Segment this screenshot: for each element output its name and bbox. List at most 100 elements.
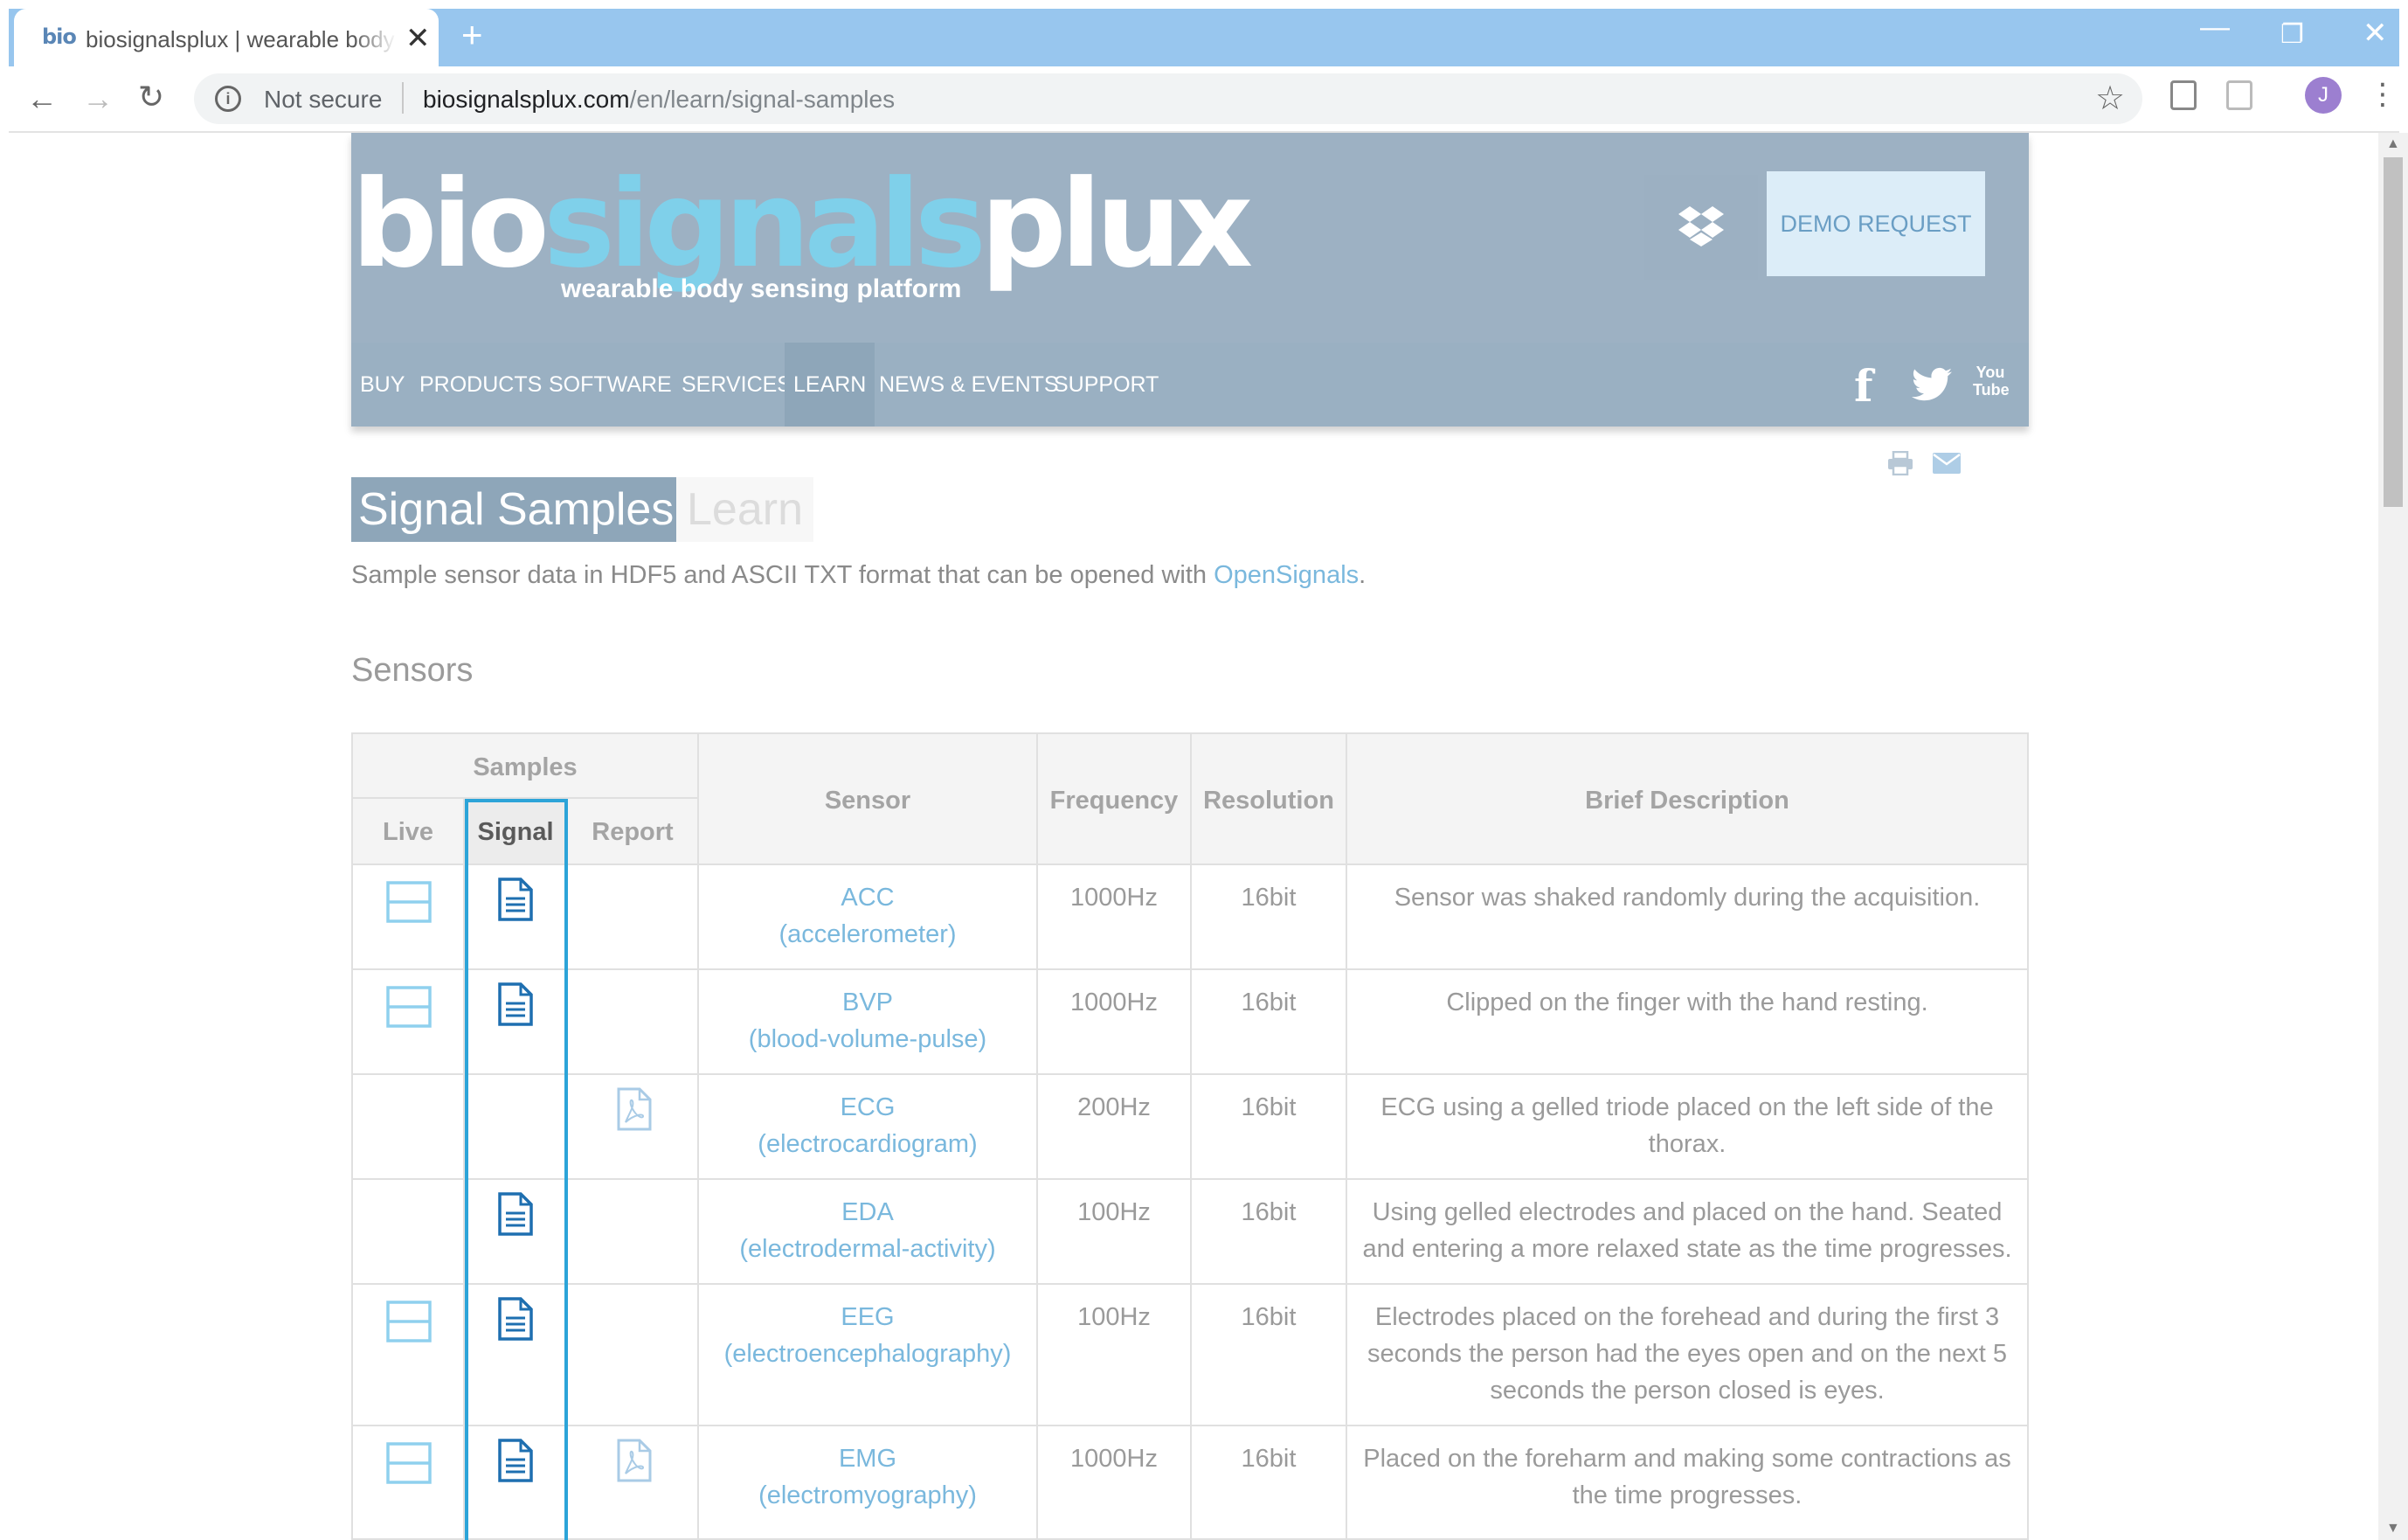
- live-cell: [353, 970, 465, 1075]
- description-cell: Electrodes placed on the forehead and du…: [1347, 1285, 2029, 1426]
- reload-icon[interactable]: ↻: [138, 79, 164, 115]
- frequency-cell: 1000Hz: [1038, 865, 1192, 970]
- window-close-icon[interactable]: ✕: [2363, 16, 2388, 51]
- live-view-icon[interactable]: [386, 881, 432, 923]
- browser-titlebar: bio biosignalsplux | wearable body sensi…: [9, 9, 2399, 66]
- scroll-up-icon[interactable]: ▲: [2386, 136, 2400, 152]
- sensor-cell[interactable]: EMG (electromyography): [699, 1426, 1038, 1540]
- tab-title: biosignalsplux | wearable body sensing p…: [86, 26, 397, 53]
- scroll-down-icon[interactable]: ▼: [2386, 1521, 2400, 1537]
- pdf-report-icon[interactable]: [615, 1087, 654, 1131]
- description-cell: Sensor was shaked randomly during the ac…: [1347, 865, 2029, 970]
- report-cell: [568, 1075, 699, 1180]
- sensor-cell[interactable]: ACC (accelerometer): [699, 865, 1038, 970]
- demo-request-button[interactable]: DEMO REQUEST: [1767, 171, 1985, 276]
- resolution-cell: 16bit: [1192, 970, 1347, 1075]
- minimize-icon[interactable]: —: [2200, 10, 2230, 45]
- nav-learn[interactable]: LEARN: [785, 343, 875, 427]
- mail-icon[interactable]: [1933, 453, 1961, 478]
- report-cell: [568, 1180, 699, 1285]
- frequency-header: Frequency: [1038, 732, 1192, 865]
- frequency-cell: 200Hz: [1038, 1075, 1192, 1180]
- browser-tab[interactable]: bio biosignalsplux | wearable body sensi…: [14, 9, 439, 66]
- tab-close-icon[interactable]: ✕: [405, 21, 431, 56]
- sensor-cell[interactable]: EEG (electroencephalography): [699, 1285, 1038, 1426]
- frequency-cell: 100Hz: [1038, 1180, 1192, 1285]
- url-host: biosignalsplux.com: [423, 86, 630, 113]
- live-cell: [353, 1426, 465, 1540]
- logo-wordmark: biosignalsplux: [351, 154, 1253, 295]
- frequency-cell: 100Hz: [1038, 1285, 1192, 1426]
- youtube-icon[interactable]: You Tube: [1973, 364, 2010, 399]
- new-tab-button[interactable]: +: [461, 14, 483, 56]
- resolution-cell: 16bit: [1192, 865, 1347, 970]
- nav-services[interactable]: SERVICES: [673, 343, 800, 427]
- facebook-icon[interactable]: f: [1854, 360, 1873, 412]
- url-separator: [402, 82, 404, 114]
- description-cell: ECG using a gelled triode placed on the …: [1347, 1075, 2029, 1180]
- print-icon[interactable]: [1887, 450, 1913, 480]
- report-cell: [568, 970, 699, 1075]
- sensor-cell[interactable]: BVP (blood-volume-pulse): [699, 970, 1038, 1075]
- live-view-icon[interactable]: [386, 1301, 432, 1342]
- sensor-cell[interactable]: ECG (electrocardiogram): [699, 1075, 1038, 1180]
- info-icon[interactable]: i: [215, 86, 241, 112]
- dropbox-button[interactable]: [1644, 175, 1758, 280]
- signal-column-highlight: [465, 799, 568, 1540]
- live-cell: [353, 865, 465, 970]
- more-menu-icon[interactable]: ⋮: [2368, 77, 2398, 112]
- logo-tagline: wearable body sensing platform: [561, 274, 962, 303]
- live-cell: [353, 1075, 465, 1180]
- live-cell: [353, 1285, 465, 1426]
- frequency-cell: 1000Hz: [1038, 1426, 1192, 1540]
- security-label: Not secure: [264, 86, 383, 113]
- sensor-header: Sensor: [699, 732, 1038, 865]
- nav-products[interactable]: PRODUCTS: [411, 343, 550, 427]
- address-bar[interactable]: i Not secure biosignalsplux.com/en/learn…: [194, 73, 2142, 124]
- nav-news-events[interactable]: NEWS & EVENTS: [870, 343, 1068, 427]
- pdf-extension-icon[interactable]: [2226, 80, 2252, 110]
- description-header: Brief Description: [1347, 732, 2029, 865]
- live-header: Live: [353, 799, 465, 865]
- resolution-cell: 16bit: [1192, 1075, 1347, 1180]
- description-cell: Using gelled electrodes and placed on th…: [1347, 1180, 2029, 1285]
- nav-software[interactable]: SOFTWARE: [540, 343, 681, 427]
- favicon-icon: bio: [42, 24, 77, 49]
- browser-toolbar: ← → ↻ i Not secure biosignalsplux.com/en…: [9, 66, 2399, 133]
- resolution-cell: 16bit: [1192, 1285, 1347, 1426]
- page-title-secondary: Learn: [676, 477, 813, 542]
- profile-avatar[interactable]: J: [2305, 77, 2342, 114]
- page-scrollbar[interactable]: ▲ ▼: [2378, 133, 2408, 1540]
- page-title: Signal Samples: [351, 477, 682, 542]
- report-header: Report: [568, 799, 699, 865]
- sensor-table: Samples Live Signal Report Sensor Freque…: [351, 732, 2029, 1540]
- resolution-cell: 16bit: [1192, 1180, 1347, 1285]
- description-cell: Clipped on the finger with the hand rest…: [1347, 970, 2029, 1075]
- report-cell: [568, 865, 699, 970]
- report-cell: [568, 1426, 699, 1540]
- frequency-cell: 1000Hz: [1038, 970, 1192, 1075]
- site-logo[interactable]: biosignalsplux wearable body sensing pla…: [351, 159, 1253, 316]
- live-view-icon[interactable]: [386, 1442, 432, 1484]
- live-view-icon[interactable]: [386, 986, 432, 1028]
- back-arrow-icon[interactable]: ←: [26, 80, 58, 117]
- opensignals-link[interactable]: OpenSignals: [1214, 561, 1359, 589]
- section-heading: Sensors: [351, 652, 474, 689]
- main-nav: BUY PRODUCTS SOFTWARE SERVICES LEARN NEW…: [351, 343, 2029, 427]
- pdf-report-icon[interactable]: [615, 1439, 654, 1482]
- sensor-cell[interactable]: EDA (electrodermal-activity): [699, 1180, 1038, 1285]
- restore-icon[interactable]: ❐: [2280, 19, 2304, 50]
- intro-text: Sample sensor data in HDF5 and ASCII TXT…: [351, 561, 1367, 589]
- scroll-thumb[interactable]: [2384, 157, 2403, 507]
- forward-arrow-icon[interactable]: →: [82, 80, 114, 117]
- report-cell: [568, 1285, 699, 1426]
- nav-buy[interactable]: BUY: [351, 343, 413, 427]
- live-cell: [353, 1180, 465, 1285]
- extension-icon[interactable]: [2170, 80, 2197, 110]
- url-text[interactable]: biosignalsplux.com/en/learn/signal-sampl…: [423, 86, 895, 114]
- url-path: /en/learn/signal-samples: [629, 86, 896, 113]
- description-cell: Placed on the foreharm and making some c…: [1347, 1426, 2029, 1540]
- star-icon[interactable]: ☆: [2095, 79, 2125, 118]
- twitter-icon[interactable]: [1912, 367, 1952, 406]
- nav-support[interactable]: SUPPORT: [1045, 343, 1167, 427]
